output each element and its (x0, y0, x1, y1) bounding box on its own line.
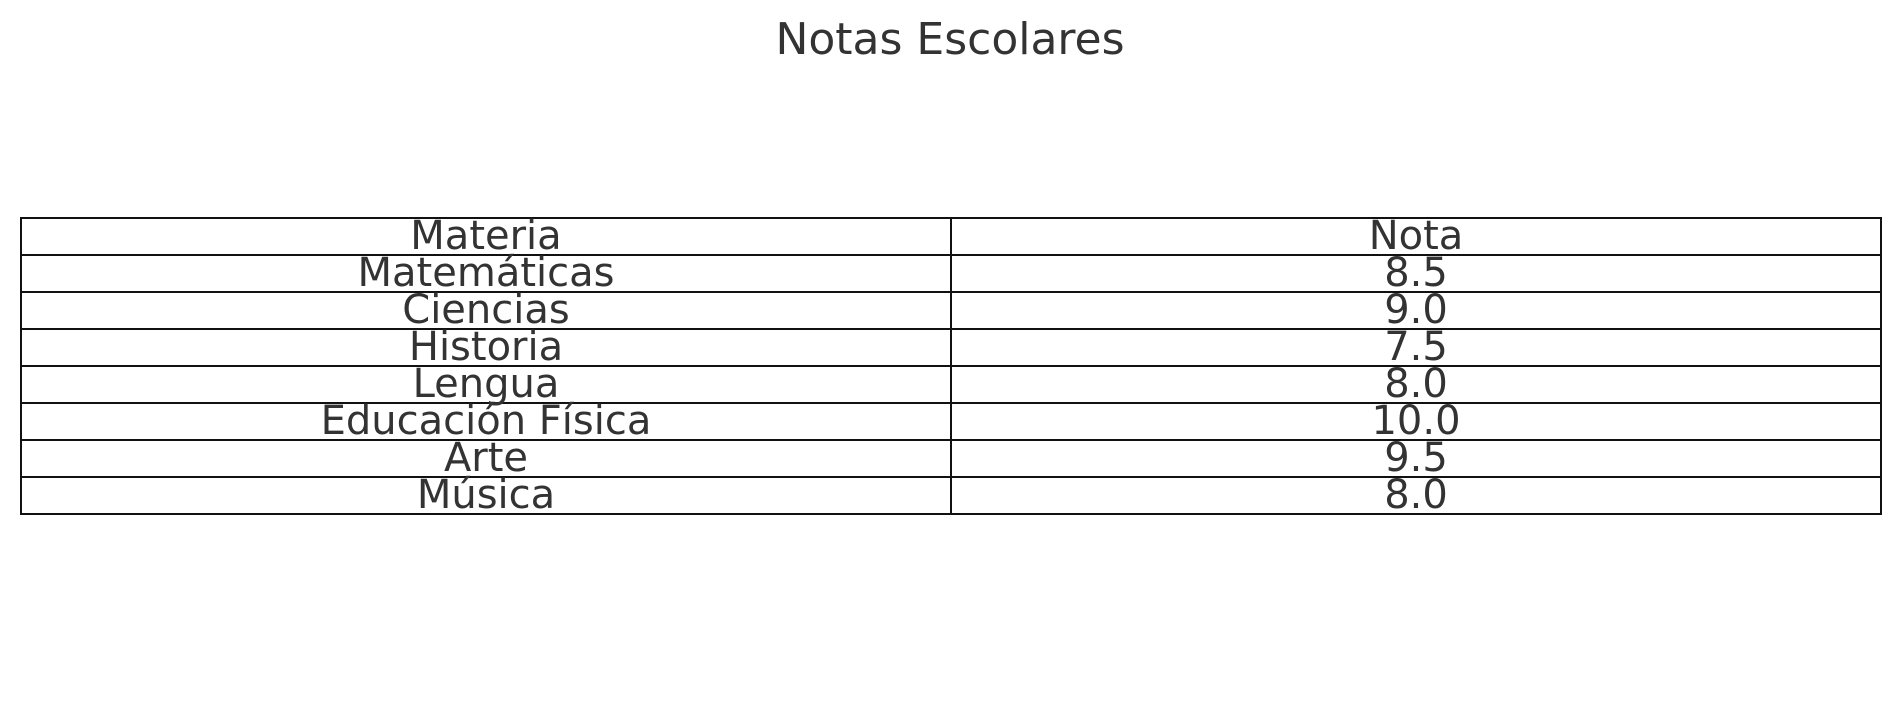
table-row: Educación Física 10.0 (20, 401, 1882, 441)
table-row: Música 8.0 (20, 475, 1882, 515)
table-row: Historia 7.5 (20, 327, 1882, 367)
chart-title: Notas Escolares (775, 14, 1125, 65)
table-row: Lengua 8.0 (20, 364, 1882, 404)
table-header: Materia Nota (20, 216, 1882, 256)
table-body: Matemáticas 8.5 Ciencias 9.0 Historia 7.… (20, 253, 1882, 515)
header-row: Materia Nota (20, 216, 1882, 256)
subject-cell: Música (20, 475, 952, 515)
grade-cell: 8.0 (950, 475, 1882, 515)
table-row: Matemáticas 8.5 (20, 253, 1882, 293)
table-row: Arte 9.5 (20, 438, 1882, 478)
table-row: Ciencias 9.0 (20, 290, 1882, 330)
grades-table: Materia Nota Matemáticas 8.5 Ciencias 9.… (20, 216, 1882, 515)
